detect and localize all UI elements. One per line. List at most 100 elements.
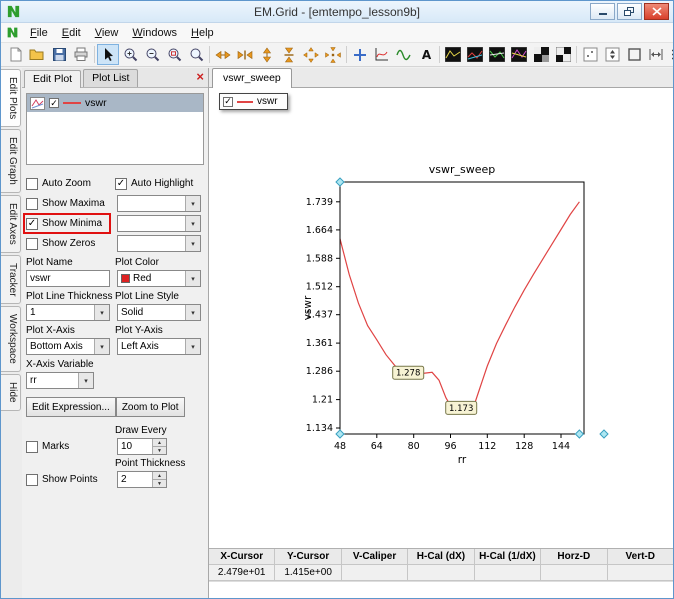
graph-area[interactable]: vswr vswr_sweep1.1341.211.2861.3611.4371… <box>209 88 673 548</box>
show-zeros-dropdown[interactable]: ▾ <box>117 235 201 252</box>
frame-button[interactable] <box>623 44 645 65</box>
panel-close-icon[interactable]: × <box>196 70 204 83</box>
menu-file[interactable]: File <box>23 25 55 41</box>
expand-xy-button[interactable] <box>300 44 322 65</box>
show-points-checkbox[interactable]: Show Points <box>26 471 117 488</box>
plot-style-3-button[interactable] <box>486 44 508 65</box>
plot-style-4-button[interactable] <box>508 44 530 65</box>
value-spinner-button[interactable] <box>601 44 623 65</box>
plot-visible-checkbox[interactable] <box>49 98 59 108</box>
legend-label: vswr <box>257 96 278 107</box>
show-zeros-checkbox[interactable]: Show Zeros <box>26 235 117 252</box>
line-style-dropdown[interactable]: Solid▾ <box>117 304 201 321</box>
annotation-text-button[interactable]: A <box>415 44 437 65</box>
point-thickness-spinner[interactable]: 2▲▼ <box>117 471 167 488</box>
colormap-2-button[interactable] <box>552 44 574 65</box>
zoom-in-button[interactable] <box>119 44 141 65</box>
document-tab-vswr-sweep[interactable]: vswr_sweep <box>212 68 292 88</box>
new-file-button[interactable] <box>4 44 26 65</box>
draw-every-label: Draw Every <box>115 425 204 436</box>
plot-x-axis-dropdown[interactable]: Bottom Axis▾ <box>26 338 110 355</box>
edit-expression-button[interactable]: Edit Expression... <box>26 397 116 417</box>
print-button[interactable] <box>70 44 92 65</box>
point-thickness-label: Point Thickness <box>115 458 204 469</box>
svg-text:96: 96 <box>444 441 456 452</box>
zoom-out-button[interactable] <box>141 44 163 65</box>
title-bar[interactable]: EM.Grid - [emtempo_lesson9b] <box>1 1 673 23</box>
side-tab-edit-axes[interactable]: Edit Axes <box>1 195 21 253</box>
line-thickness-dropdown[interactable]: 1▾ <box>26 304 110 321</box>
window-list-button[interactable] <box>667 44 674 65</box>
tracker-button[interactable] <box>371 44 393 65</box>
compress-x-button[interactable] <box>234 44 256 65</box>
open-file-button[interactable] <box>26 44 48 65</box>
svg-text:A: A <box>421 48 431 62</box>
svg-text:1.134: 1.134 <box>306 423 333 434</box>
menu-windows[interactable]: Windows <box>125 25 184 41</box>
show-maxima-dropdown[interactable]: ▾ <box>117 195 201 212</box>
svg-text:1.278: 1.278 <box>396 369 420 379</box>
svg-text:1.664: 1.664 <box>306 225 333 236</box>
minimize-button[interactable] <box>590 3 615 20</box>
plot-style-2-button[interactable] <box>464 44 486 65</box>
spinner-down-icon[interactable]: ▼ <box>152 447 166 454</box>
fit-width-button[interactable] <box>645 44 667 65</box>
show-maxima-checkbox[interactable]: Show Maxima <box>26 195 117 212</box>
legend-checkbox[interactable] <box>223 97 233 107</box>
side-tab-edit-plots[interactable]: Edit Plots <box>1 69 21 127</box>
white-plot-button[interactable] <box>579 44 601 65</box>
plot-list-item[interactable]: vswr <box>27 94 203 112</box>
draw-every-spinner[interactable]: 10▲▼ <box>117 438 167 455</box>
show-minima-checkbox[interactable]: Show Minima <box>26 215 117 232</box>
svg-text:vswr: vswr <box>302 295 314 320</box>
chart-legend[interactable]: vswr <box>219 93 288 110</box>
marks-checkbox[interactable]: Marks <box>26 438 117 455</box>
zoom-window-button[interactable] <box>163 44 185 65</box>
edit-plot-panel: Edit Plot Plot List × vswr Auto Zoom Aut… <box>22 68 209 598</box>
select-cursor-button[interactable] <box>97 44 119 65</box>
restore-button[interactable] <box>617 3 642 20</box>
expand-y-button[interactable] <box>256 44 278 65</box>
chevron-down-icon: ▾ <box>185 271 200 286</box>
expand-x-button[interactable] <box>212 44 234 65</box>
wave-button[interactable] <box>393 44 415 65</box>
zoom-full-button[interactable] <box>185 44 207 65</box>
menu-help[interactable]: Help <box>184 25 221 41</box>
plot-name-label: Plot Name <box>26 257 115 268</box>
plot-y-axis-dropdown[interactable]: Left Axis▾ <box>117 338 201 355</box>
side-tab-tracker[interactable]: Tracker <box>1 255 21 305</box>
plot-name-input[interactable] <box>26 270 110 287</box>
side-tab-strip: Edit Plots Edit Graph Edit Axes Tracker … <box>1 68 22 598</box>
add-cursor-button[interactable] <box>349 44 371 65</box>
compress-y-button[interactable] <box>278 44 300 65</box>
svg-text:112: 112 <box>478 441 496 452</box>
side-tab-edit-graph[interactable]: Edit Graph <box>1 129 21 193</box>
save-button[interactable] <box>48 44 70 65</box>
close-button[interactable] <box>644 3 669 20</box>
x-axis-variable-dropdown[interactable]: rr▾ <box>26 372 94 389</box>
readout-header: X-Cursor <box>209 549 275 565</box>
zoom-to-plot-button[interactable]: Zoom to Plot <box>116 397 185 417</box>
menu-edit[interactable]: Edit <box>55 25 88 41</box>
plot-list[interactable]: vswr <box>26 93 204 165</box>
auto-highlight-checkbox[interactable]: Auto Highlight <box>115 175 204 192</box>
auto-zoom-checkbox[interactable]: Auto Zoom <box>26 175 115 192</box>
compress-xy-button[interactable] <box>322 44 344 65</box>
colormap-1-button[interactable] <box>530 44 552 65</box>
side-tab-hide[interactable]: Hide <box>1 374 21 411</box>
plot-color-dropdown[interactable]: Red▾ <box>117 270 201 287</box>
menu-view[interactable]: View <box>88 25 126 41</box>
spinner-down-icon[interactable]: ▼ <box>152 480 166 487</box>
readout-header: V-Caliper <box>342 549 408 565</box>
chevron-down-icon: ▾ <box>78 373 93 388</box>
readout-header: H-Cal (dX) <box>408 549 474 565</box>
panel-tab-plot-list[interactable]: Plot List <box>83 69 138 87</box>
spinner-up-icon[interactable]: ▲ <box>152 439 166 447</box>
show-minima-dropdown[interactable]: ▾ <box>117 215 201 232</box>
panel-tab-edit-plot[interactable]: Edit Plot <box>24 70 81 88</box>
vswr-chart[interactable]: vswr_sweep1.1341.211.2861.3611.4371.5121… <box>209 88 671 548</box>
spinner-up-icon[interactable]: ▲ <box>152 472 166 480</box>
plot-style-1-button[interactable] <box>442 44 464 65</box>
side-tab-workspace[interactable]: Workspace <box>1 306 21 372</box>
svg-text:144: 144 <box>552 441 570 452</box>
